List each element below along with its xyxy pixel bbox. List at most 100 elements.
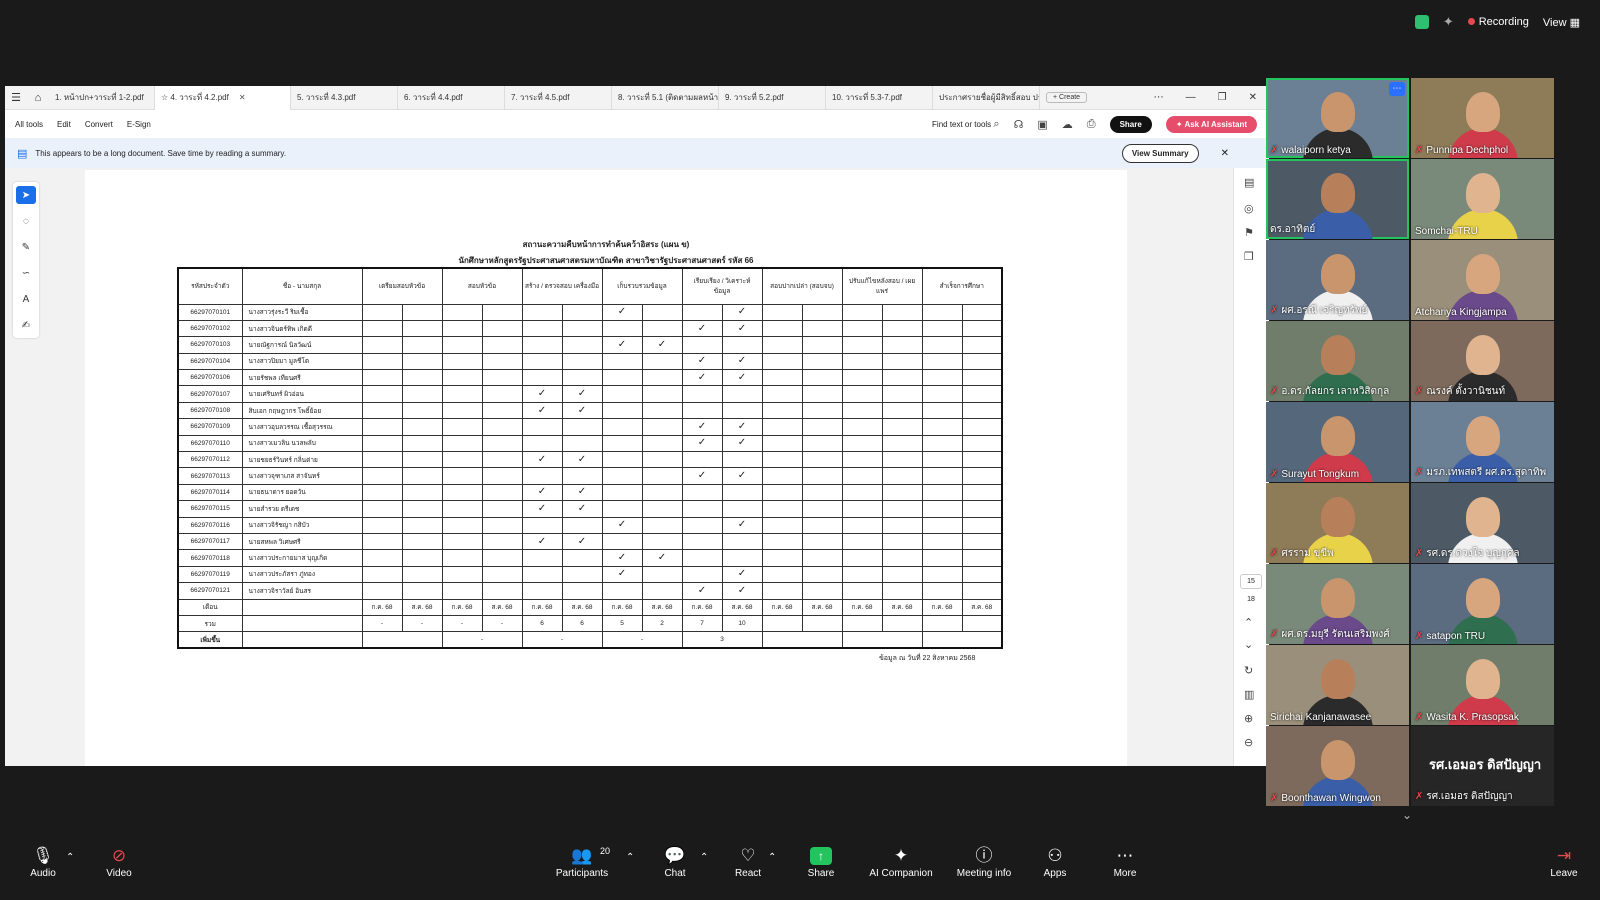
upload-cloud-icon[interactable]: ☁ (1062, 118, 1073, 131)
page-number-input[interactable]: 15 (1240, 574, 1262, 589)
participant-tile[interactable]: ✗ มรภ.เทพสตรี ผศ.ดร.สุดาทิพ (1411, 402, 1554, 482)
participant-tile[interactable]: ดร.อาทิตย์ (1266, 159, 1409, 239)
doc-tab[interactable]: 7. วาระที่ 4.5.pdf (505, 85, 612, 110)
prev-page-icon[interactable]: ⌃ (1244, 616, 1253, 629)
participant-tile[interactable]: ⋯ ✗ walaiporn ketya (1266, 78, 1409, 158)
find-tools-field[interactable]: Find text or tools ⌕ (932, 118, 1000, 131)
table-row: 66297070101 นางสาวรุ่งระวี ริมเชื้อ ✓ ✓ (177, 303, 1003, 321)
doc-tab[interactable]: ประกาศรายชื่อผู้มีสิทธิ์สอบ ปร... (933, 85, 1040, 110)
status-cell (641, 401, 683, 420)
comments-panel-icon[interactable]: ▤ (1244, 176, 1254, 189)
zoom-in-icon[interactable]: ⊕ (1244, 712, 1253, 725)
gallery-scroll-down-icon[interactable]: ⌄ (1402, 808, 1412, 822)
participant-tile[interactable]: ✗ ศรราม ขุขีพ (1266, 483, 1409, 563)
participant-tile[interactable]: ✗ ผศ.อรณี เจริญทรัพย์ (1266, 240, 1409, 320)
ai-assistant-button[interactable]: ✦ Ask AI Assistant (1165, 115, 1257, 133)
select-cursor-icon[interactable]: ➤ (16, 186, 36, 204)
more-options-icon[interactable]: ⋯ (1154, 92, 1164, 103)
document-workspace[interactable]: ➤ ◌ ✎ ∽ A ✍ สถานะความคืบหน้าการทำค้นคว้า… (5, 168, 1269, 766)
doc-tab-active[interactable]: ☆ 4. วาระที่ 4.2.pdf ✕ (155, 85, 291, 110)
more-button[interactable]: ⋯ More (1110, 844, 1140, 879)
zoom-out-icon[interactable]: ⊖ (1244, 736, 1253, 749)
participant-tile[interactable]: รศ.เอมอร ดิสปัญญา ✗ รศ.เอมอร ดิสปัญญา (1411, 726, 1554, 806)
view-button[interactable]: View ▦ (1543, 16, 1580, 29)
draw-freehand-icon[interactable]: ∽ (16, 264, 36, 282)
status-cell (721, 532, 763, 551)
comment-icon[interactable]: ◌ (16, 212, 36, 230)
save-icon[interactable]: ▣ (1037, 118, 1047, 131)
minimize-icon[interactable]: — (1186, 92, 1196, 103)
menu-convert[interactable]: Convert (85, 120, 113, 129)
page-fit-icon[interactable]: ▥ (1244, 688, 1254, 701)
highlight-pen-icon[interactable]: ✎ (16, 238, 36, 256)
share-button[interactable]: Share (1109, 115, 1152, 133)
participant-tile[interactable]: ✗ Wasita K. Prasopsak (1411, 645, 1554, 725)
status-cell (961, 303, 1003, 321)
menu-edit[interactable]: Edit (57, 120, 71, 129)
participants-button[interactable]: 👥 20 Participants (552, 844, 612, 879)
acrobat-tab-bar: ☰ ⌂ 1. หน้าปก+วาระที่ 1-2.pdf ☆ 4. วาระท… (5, 85, 1269, 110)
status-cell (481, 549, 523, 567)
react-button[interactable]: ♡ React (732, 844, 764, 879)
muted-mic-icon: ✗ (1270, 386, 1279, 397)
ai-panel-icon[interactable]: ◎ (1244, 202, 1254, 215)
create-tab-button[interactable]: + Create (1046, 92, 1088, 103)
bookmark-icon[interactable]: ⚑ (1244, 226, 1254, 239)
print-icon[interactable]: ⎙ (1087, 118, 1096, 131)
home-icon[interactable]: ⌂ (27, 92, 49, 104)
headphones-icon[interactable]: ☊ (1014, 118, 1024, 131)
meeting-info-button[interactable]: ⓘ Meeting info (952, 844, 1016, 879)
doc-tab[interactable]: 9. วาระที่ 5.2.pdf (719, 85, 826, 110)
participant-tile[interactable]: ✗ satapon TRU (1411, 564, 1554, 644)
participant-tile[interactable]: ✗ ผศ.ดร.มยุรี รัตนเสริมพงศ์ (1266, 564, 1409, 644)
doc-tab[interactable]: 1. หน้าปก+วาระที่ 1-2.pdf (49, 85, 155, 110)
hamburger-menu-icon[interactable]: ☰ (5, 91, 27, 104)
participant-tile[interactable]: ✗ Surayut Tongkum (1266, 402, 1409, 482)
participant-tile[interactable]: ✗ ณรงค์ ตั้งวานิชนท์ (1411, 321, 1554, 401)
participant-tile[interactable]: Sirichai Kanjanawasee (1266, 645, 1409, 725)
text-box-icon[interactable]: A (16, 290, 36, 308)
participant-tile[interactable]: ✗ Punnipa Dechphol (1411, 78, 1554, 158)
close-window-icon[interactable]: ✕ (1249, 92, 1257, 103)
sparkle-icon[interactable]: ✦ (1443, 14, 1454, 30)
pages-icon[interactable]: ❐ (1244, 250, 1254, 263)
menu-all-tools[interactable]: All tools (15, 120, 43, 129)
doc-tab[interactable]: 10. วาระที่ 5.3-7.pdf (826, 85, 933, 110)
doc-tab[interactable]: 6. วาระที่ 4.4.pdf (398, 85, 505, 110)
participants-options-icon[interactable]: ⌃ (626, 852, 634, 863)
recording-indicator[interactable]: Recording (1467, 16, 1529, 28)
doc-tab[interactable]: 5. วาระที่ 4.3.pdf (291, 85, 398, 110)
chat-options-icon[interactable]: ⌃ (700, 852, 708, 863)
react-options-icon[interactable]: ⌃ (768, 852, 776, 863)
participant-tile[interactable]: ✗ อ.ดร.กัลยกร เลาหวิสิตกุล (1266, 321, 1409, 401)
maximize-icon[interactable]: ❐ (1218, 92, 1227, 103)
audio-button[interactable]: 🎙 Audio (26, 844, 60, 879)
status-cell (801, 336, 843, 354)
participant-tile[interactable]: Somchai-TRU (1411, 159, 1554, 239)
ai-companion-button[interactable]: ✦ AI Companion (866, 844, 936, 879)
share-screen-button[interactable]: ↑ Share (804, 844, 838, 879)
status-cell (801, 467, 843, 485)
chat-button[interactable]: 💬 Chat (660, 844, 690, 879)
view-summary-button[interactable]: View Summary (1121, 143, 1199, 163)
participant-tile[interactable]: ✗ Boonthawan Wingwon (1266, 726, 1409, 806)
close-banner-icon[interactable]: ✕ (1221, 148, 1229, 159)
participant-name: Sirichai Kanjanawasee (1270, 712, 1371, 723)
sign-icon[interactable]: ✍ (16, 316, 36, 334)
video-button[interactable]: ⊘ Video (100, 844, 138, 879)
tile-more-options-icon[interactable]: ⋯ (1389, 82, 1405, 96)
close-tab-icon[interactable]: ✕ (239, 93, 246, 102)
participant-tile[interactable]: ✗ รศ.ดร.ดวงใจ บุญกุศล (1411, 483, 1554, 563)
doc-tab[interactable]: 8. วาระที่ 5.1 (ติดตามผลหน้า... (612, 85, 719, 110)
star-icon[interactable]: ☆ (161, 93, 168, 102)
status-cell (401, 516, 443, 534)
leave-button[interactable]: ⇥ Leave (1548, 844, 1580, 879)
participant-tile[interactable]: Atchariya Kingjampa (1411, 240, 1554, 320)
menu-esign[interactable]: E-Sign (127, 120, 151, 129)
audio-options-icon[interactable]: ⌃ (66, 852, 74, 863)
next-page-icon[interactable]: ⌄ (1244, 638, 1253, 651)
security-shield-icon[interactable] (1414, 15, 1429, 29)
check-mark-icon: ✓ (681, 434, 723, 453)
rotate-icon[interactable]: ↻ (1244, 664, 1253, 677)
apps-button[interactable]: ⚇ Apps (1040, 844, 1070, 879)
